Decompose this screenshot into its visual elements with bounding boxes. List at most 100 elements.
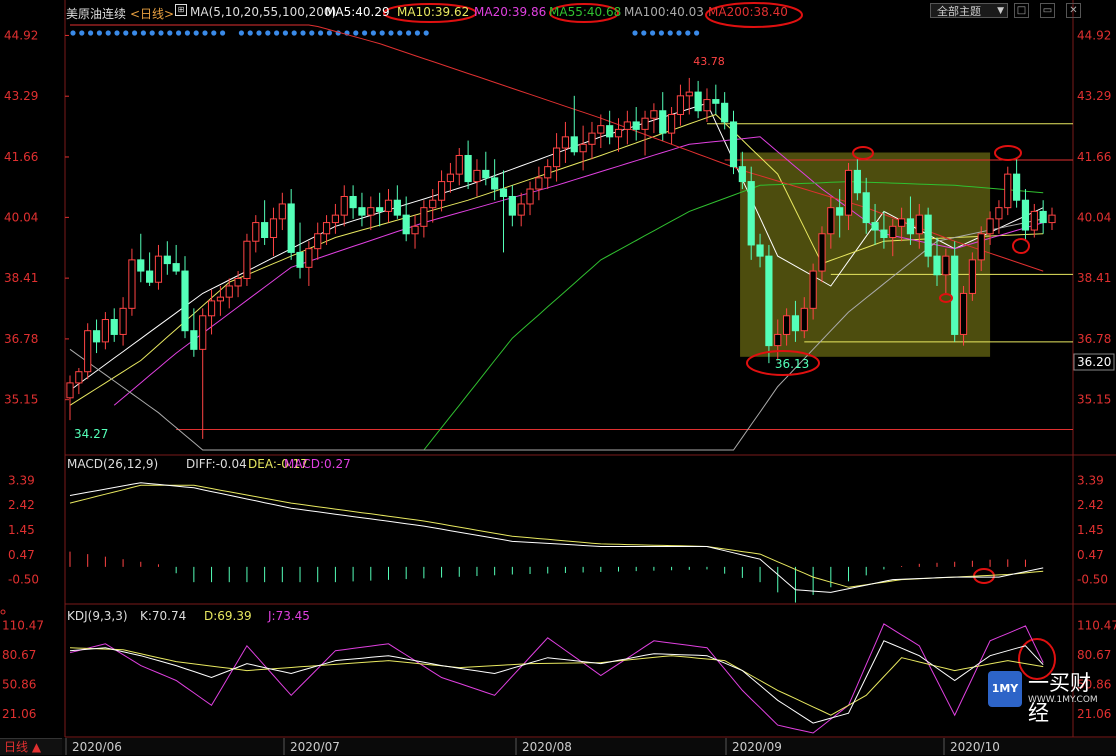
candle-body <box>446 173 455 183</box>
candle-body <box>216 296 224 302</box>
candle-body <box>588 132 596 145</box>
kdj-tick-label-left: 80.67 <box>2 648 36 662</box>
candle-body <box>809 270 817 309</box>
start-low-annotation: 34.27 <box>74 427 108 441</box>
candle-body <box>933 255 941 276</box>
candle-body <box>871 222 879 231</box>
candle-body <box>190 330 198 350</box>
candle-body <box>252 222 260 242</box>
signal-dot <box>650 30 656 36</box>
candle-body <box>614 128 623 138</box>
signal-dot <box>676 30 682 36</box>
candle-body <box>986 218 994 235</box>
candle-body <box>906 218 915 235</box>
candle-body <box>393 199 401 216</box>
signal-dot <box>211 30 217 36</box>
kdj-tick-label-right: 80.67 <box>1077 648 1111 662</box>
signal-dot <box>667 30 673 36</box>
signal-dot <box>423 30 429 36</box>
candle-body <box>199 315 207 350</box>
candle-body <box>154 255 163 283</box>
candle-body <box>119 307 127 335</box>
markup-ellipse <box>1012 238 1030 254</box>
signal-dot <box>658 30 665 36</box>
candle-body <box>225 285 233 298</box>
signal-dot <box>123 30 129 36</box>
candle-body <box>597 125 605 134</box>
candle-body <box>765 255 773 347</box>
ma5-value: MA5:40.29 <box>325 5 390 19</box>
candle-body <box>650 110 658 119</box>
kdj-j-label: J:73.45 <box>267 609 310 623</box>
candle-body <box>818 233 826 272</box>
maximize-icon[interactable]: □ <box>1014 3 1029 18</box>
period-label[interactable]: <日线> <box>130 5 174 22</box>
signal-dot <box>300 30 306 36</box>
candle-body <box>561 136 570 149</box>
candle-body <box>491 177 499 190</box>
theme-dropdown[interactable]: 全部主题 ▼ <box>930 3 1008 18</box>
candle-body <box>738 166 746 183</box>
candle-body <box>455 154 463 175</box>
macd-value-label: MACD:0.27 <box>284 457 351 471</box>
signal-dot <box>414 30 420 36</box>
restore-icon[interactable]: ▭ <box>1040 3 1055 18</box>
signal-dot <box>88 30 94 36</box>
current-price-tag: 36.20 <box>1077 355 1111 369</box>
signal-dot <box>362 30 368 36</box>
kdj-k-label: K:70.74 <box>140 609 186 623</box>
macd-tick-label-left: 1.45 <box>8 523 35 537</box>
macd-tick-label-right: 1.45 <box>1077 523 1104 537</box>
candle-body <box>667 113 676 134</box>
candle-body <box>827 207 835 235</box>
candle-body <box>951 255 959 335</box>
candle-body <box>721 102 729 123</box>
price-tick-label-left: 43.29 <box>4 89 38 103</box>
candle-body <box>977 233 985 261</box>
macd-diff-line <box>69 482 1044 593</box>
signal-dot <box>274 30 280 36</box>
pin-icon <box>0 609 6 615</box>
candle-body <box>411 225 419 235</box>
candle-body <box>1030 210 1038 231</box>
candle-body <box>243 240 251 280</box>
kdj-k-line <box>69 640 1044 724</box>
price-tick-label-right: 40.04 <box>1077 210 1111 224</box>
ma-toggle-icon[interactable]: ⊞ <box>175 4 187 16</box>
candle-body <box>685 91 693 97</box>
candle-body <box>889 225 897 239</box>
kdj-j-line <box>69 623 1044 734</box>
chart-canvas[interactable]: 44.92 44.92 43.29 43.29 41.66 41.66 40.04 40.04… <box>0 0 1116 755</box>
candle-body <box>429 199 437 209</box>
candle-body <box>526 188 534 205</box>
candle-body <box>101 319 109 343</box>
period-tab[interactable]: 日线 ▲ <box>0 738 62 755</box>
ma10-value: MA10:39.62 <box>397 5 470 19</box>
candle-body <box>782 315 791 335</box>
candle-body <box>747 181 755 246</box>
candle-body <box>66 382 74 399</box>
signal-dot <box>184 30 190 36</box>
signal-dot <box>318 30 324 36</box>
x-tick-label: 2020/06 <box>72 740 122 754</box>
kdj-title: KDJ(9,3,3) <box>67 609 128 623</box>
signal-dot <box>202 30 208 36</box>
signal-dot <box>193 30 199 36</box>
candle-body <box>437 181 446 201</box>
candle-body <box>942 255 950 276</box>
candle-body <box>464 154 472 183</box>
signal-dot <box>406 30 412 36</box>
candle-body <box>110 319 118 335</box>
candle-body <box>261 222 269 239</box>
price-tick-label-left: 44.92 <box>4 28 38 42</box>
signal-dot <box>379 30 385 36</box>
candle-body <box>499 188 508 197</box>
chevron-down-icon: ▼ <box>997 6 1004 16</box>
signal-dot <box>282 30 288 36</box>
candle-body <box>181 270 189 332</box>
candle-body <box>420 207 428 227</box>
price-tick-label-left: 41.66 <box>4 150 38 164</box>
close-icon[interactable]: ✕ <box>1066 3 1081 18</box>
price-tick-label-right: 41.66 <box>1077 150 1111 164</box>
candle-body <box>508 195 516 216</box>
